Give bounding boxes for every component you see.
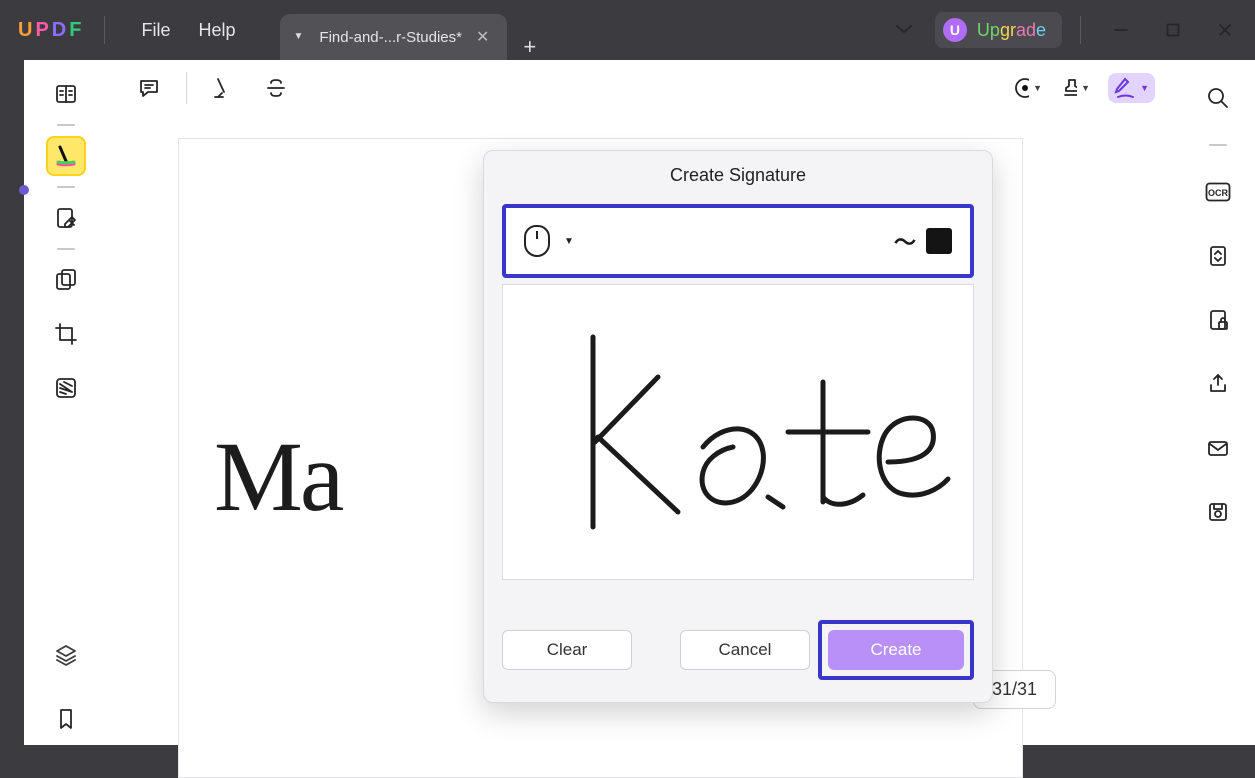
input-mode-dropdown-caret-icon[interactable]: ▼ [564, 236, 574, 247]
window-menu-chevron-icon[interactable] [881, 15, 927, 46]
sidebar-separator [1209, 144, 1227, 146]
sidebar-separator [57, 124, 75, 126]
signature-canvas[interactable] [502, 284, 974, 580]
tab-active[interactable]: ▼ Find-and-...r-Studies* ✕ [280, 14, 508, 60]
stroke-thickness-icon[interactable]: 〜 [894, 225, 916, 257]
divider [1080, 16, 1081, 44]
cancel-button[interactable]: Cancel [680, 630, 810, 670]
dropdown-caret-icon[interactable]: ▼ [1081, 83, 1090, 93]
title-bar: UPDF File Help ▼ Find-and-...r-Studies* … [0, 0, 1255, 60]
edit-pdf-button[interactable] [46, 198, 86, 238]
protect-button[interactable] [1198, 300, 1238, 340]
shape-tool-button[interactable]: ▼ [1012, 73, 1042, 103]
redact-tool-button[interactable] [46, 368, 86, 408]
stroke-color-swatch[interactable] [926, 228, 952, 254]
stamp-tool-button[interactable]: ▼ [1060, 73, 1090, 103]
clear-button[interactable]: Clear [502, 630, 632, 670]
layers-button[interactable] [46, 635, 86, 675]
strikethrough-button[interactable] [261, 73, 291, 103]
toolbar-right-group: ▼ ▼ ▼ [1012, 73, 1155, 103]
sidebar-separator [57, 248, 75, 250]
bookmark-button[interactable] [46, 699, 86, 739]
sticky-note-button[interactable] [134, 73, 164, 103]
dialog-actions: Clear Cancel Create [502, 620, 974, 680]
annotation-toolbar: ▼ ▼ ▼ [108, 60, 1181, 116]
signature-toolbar: ▼ 〜 [502, 204, 974, 278]
save-button[interactable] [1198, 492, 1238, 532]
new-tab-button[interactable]: + [507, 34, 552, 60]
titlebar-right: U Upgrade [881, 0, 1247, 60]
menu-help[interactable]: Help [184, 14, 249, 47]
dropdown-caret-icon[interactable]: ▼ [1140, 83, 1149, 93]
upgrade-button[interactable]: U Upgrade [935, 12, 1062, 48]
active-tool-indicator [19, 185, 29, 195]
email-button[interactable] [1198, 428, 1238, 468]
window-minimize-button[interactable] [1099, 12, 1143, 48]
svg-text:OCR: OCR [1208, 188, 1229, 198]
create-button[interactable]: Create [828, 630, 964, 670]
document-handwriting: Ma [214, 419, 341, 534]
comment-tool-button[interactable] [46, 136, 86, 176]
user-avatar: U [943, 18, 967, 42]
main-area: ▼ ▼ ▼ Ma 31/31 Create Signature ▼ 〜 [24, 60, 1255, 745]
signature-tool-button[interactable]: ▼ [1108, 73, 1155, 103]
toolbar-divider [186, 72, 187, 104]
window-maximize-button[interactable] [1151, 12, 1195, 48]
divider [104, 16, 105, 44]
share-button[interactable] [1198, 364, 1238, 404]
convert-button[interactable] [1198, 236, 1238, 276]
create-button-highlight: Create [818, 620, 974, 680]
reader-mode-button[interactable] [46, 74, 86, 114]
search-button[interactable] [1198, 78, 1238, 118]
dialog-title: Create Signature [502, 165, 974, 186]
dropdown-caret-icon[interactable]: ▼ [1033, 83, 1042, 93]
tab-title: Find-and-...r-Studies* [319, 29, 462, 46]
window-close-button[interactable] [1203, 12, 1247, 48]
tab-close-icon[interactable]: ✕ [472, 25, 493, 49]
app-logo: UPDF [18, 19, 82, 42]
ocr-button[interactable]: OCR [1198, 172, 1238, 212]
highlighter-button[interactable] [209, 73, 239, 103]
right-sidebar: OCR [1181, 60, 1255, 745]
upgrade-label: Upgrade [977, 20, 1046, 41]
document-area: ▼ ▼ ▼ Ma 31/31 Create Signature ▼ 〜 [108, 60, 1181, 745]
tab-menu-dropdown-icon[interactable]: ▼ [294, 31, 310, 44]
crop-tool-button[interactable] [46, 314, 86, 354]
handwritten-signature [518, 302, 958, 562]
sidebar-separator [57, 186, 75, 188]
menu-file[interactable]: File [127, 14, 184, 47]
create-signature-dialog: Create Signature ▼ 〜 [483, 150, 993, 703]
mouse-input-icon[interactable] [524, 225, 550, 257]
tab-strip: ▼ Find-and-...r-Studies* ✕ + [280, 0, 553, 60]
page-organize-button[interactable] [46, 260, 86, 300]
left-sidebar [24, 60, 108, 745]
